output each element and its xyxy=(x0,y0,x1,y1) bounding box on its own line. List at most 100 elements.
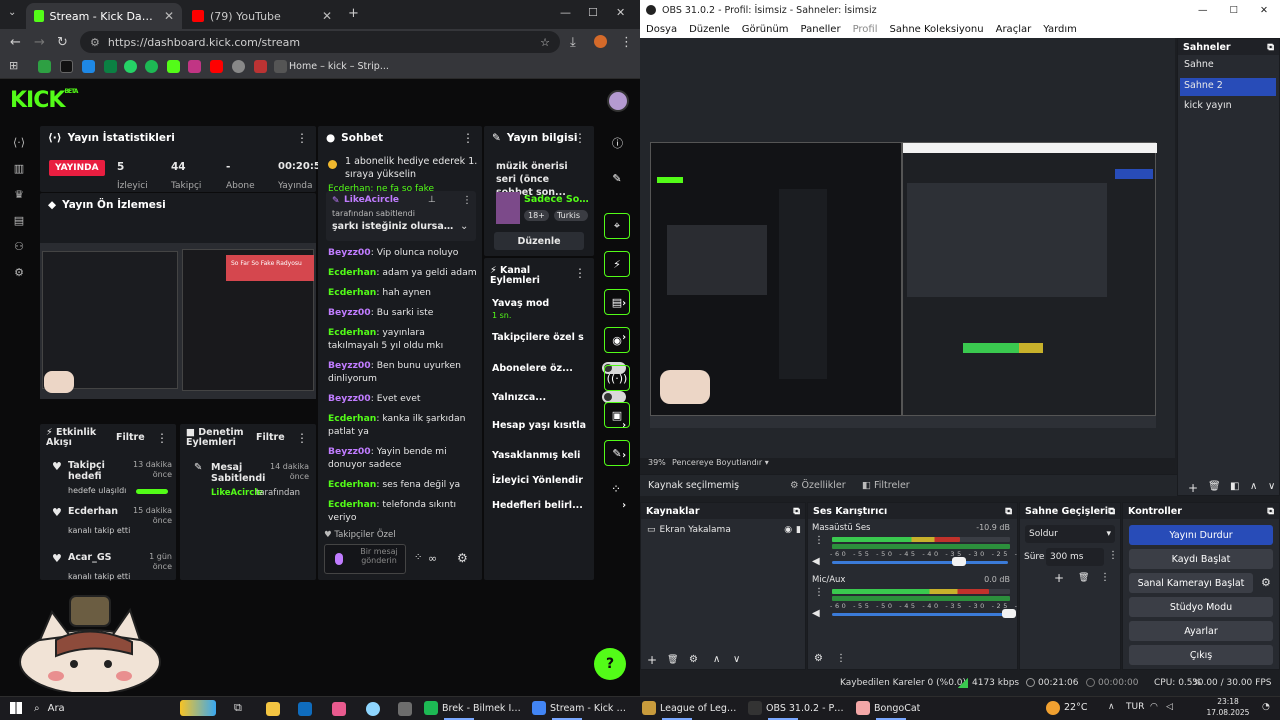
channel-menu-icon[interactable]: ⋮ xyxy=(814,535,824,546)
chat-message[interactable]: Beyzz00: Ben bunu uyurken dinliyorum xyxy=(328,359,478,385)
virtual-camera-settings-icon[interactable]: ⚙ xyxy=(1261,576,1271,589)
start-virtual-camera-button[interactable]: Sanal Kamerayı Başlat xyxy=(1129,573,1253,593)
chat-username[interactable]: Beyzz00 xyxy=(328,393,371,404)
sheets-bookmark-icon[interactable] xyxy=(38,60,51,73)
channel-menu-icon[interactable]: ⋮ xyxy=(814,587,824,598)
taskbar-app[interactable]: League of Legends xyxy=(642,701,742,715)
chat-message[interactable]: Ecderhan: kanka ilk şarkıdan patlat ya xyxy=(328,412,478,438)
menu-dosya[interactable]: Dosya xyxy=(646,24,677,35)
mail-bookmark-icon[interactable] xyxy=(254,60,267,73)
source-settings-icon[interactable]: ⚙ xyxy=(689,654,698,665)
kebab-menu-icon[interactable]: ⋮ xyxy=(296,431,308,445)
wrench-tool-icon[interactable]: ✎ xyxy=(604,440,630,466)
chat-username[interactable]: Ecderhan xyxy=(328,499,376,510)
settings-button[interactable]: Ayarlar xyxy=(1129,621,1273,641)
kebab-menu-icon[interactable]: ⋮ xyxy=(296,131,308,145)
start-recording-button[interactable]: Kaydı Başlat xyxy=(1129,549,1273,569)
zoom-level[interactable]: 39% xyxy=(648,458,666,467)
add-transition-icon[interactable]: + xyxy=(1054,571,1064,585)
chat-input[interactable]: Bir mesaj gönderin xyxy=(324,544,406,574)
filters-button[interactable]: ◧ Filtreler xyxy=(862,480,910,491)
moderation-filter-button[interactable]: Filtre xyxy=(256,432,285,443)
gift-sub-banner[interactable]: 1 abonelik hediye ederek 1. sıraya yükse… xyxy=(328,155,478,181)
chat-message[interactable]: Beyzz00: Vip olunca noluyo xyxy=(328,246,478,259)
wifi-icon[interactable]: ◠ xyxy=(1150,702,1158,712)
info-icon[interactable]: ⓘ xyxy=(612,135,623,151)
analytics-icon[interactable]: ▥ xyxy=(12,162,26,176)
taskbar-app[interactable]: OBS 31.0.2 - Profil: İ... xyxy=(748,701,848,715)
reload-icon[interactable]: ↻ xyxy=(57,35,68,50)
undock-icon[interactable]: ⧉ xyxy=(1108,506,1115,517)
properties-button[interactable]: ⚙ Özellikler xyxy=(790,480,846,491)
notes-icon[interactable]: ▤ xyxy=(604,289,630,315)
copilot-icon[interactable] xyxy=(366,702,380,716)
emote-icon[interactable]: ⁘ xyxy=(414,552,422,563)
remove-transition-icon[interactable]: 🗑 xyxy=(1078,573,1089,583)
tab-kick-dashboard[interactable]: Stream - Kick Dashboard ✕ xyxy=(26,3,182,29)
youtube-bookmark-icon[interactable] xyxy=(210,60,223,73)
chat-message[interactable]: Beyzz00: Evet evet xyxy=(328,392,478,405)
mute-speaker-icon[interactable]: ◀ xyxy=(812,556,820,567)
kick-logo[interactable]: KICKBETA xyxy=(10,88,78,113)
chat-message[interactable]: Ecderhan: yayınlara takılmayalı 5 yıl ol… xyxy=(328,326,478,352)
chat-username[interactable]: Ecderhan xyxy=(328,479,376,490)
add-scene-icon[interactable]: + xyxy=(1188,481,1198,495)
fit-window-dropdown[interactable]: Pencereye Boyutlandır ▾ xyxy=(672,458,769,467)
minimize-icon[interactable]: — xyxy=(1198,5,1208,16)
menu-yardim[interactable]: Yardım xyxy=(1043,24,1077,35)
extensions-icon[interactable]: ⁘ xyxy=(611,482,621,496)
app-icon[interactable] xyxy=(332,702,346,716)
duration-input[interactable]: 300 ms xyxy=(1046,548,1104,566)
move-up-icon[interactable]: ∧ xyxy=(1250,481,1257,492)
game-icon[interactable] xyxy=(398,702,412,716)
chat-message[interactable]: Ecderhan: adam ya geldi adam xyxy=(328,266,478,279)
message-icon[interactable]: ◉ xyxy=(604,327,630,353)
download-icon[interactable]: ⤓ xyxy=(570,35,576,50)
chevron-down-icon[interactable]: ⌄ xyxy=(460,221,468,232)
obs-preview[interactable]: 39% Pencereye Boyutlandır ▾ xyxy=(640,38,1175,467)
chat-username[interactable]: Beyzz00 xyxy=(328,446,371,457)
source-item[interactable]: ▭ Ekran Yakalama ◉ ▮ xyxy=(647,525,801,535)
kebab-menu-icon[interactable]: ⋮ xyxy=(462,195,472,206)
chat-username[interactable]: Beyzz00 xyxy=(328,247,371,258)
tab-search-icon[interactable]: ⌄ xyxy=(8,7,16,18)
volume-slider-handle[interactable] xyxy=(951,557,966,566)
minimize-icon[interactable]: — xyxy=(560,6,571,19)
site-info-icon[interactable]: ⚙ xyxy=(90,36,100,49)
chat-message[interactable]: Beyzz00: Yayin bende mi donuyor sadece xyxy=(328,445,478,471)
volume-icon[interactable]: ◁ xyxy=(1166,702,1173,712)
chat-username[interactable]: Beyzz00 xyxy=(328,360,371,371)
profile-avatar[interactable] xyxy=(594,35,607,48)
back-icon[interactable]: ← xyxy=(10,35,21,50)
scene-item[interactable]: kick yayın xyxy=(1182,100,1276,116)
tab-youtube[interactable]: (79) YouTube ✕ xyxy=(184,3,340,29)
add-source-icon[interactable]: + xyxy=(647,653,657,667)
menu-sahne-koleksiyonu[interactable]: Sahne Koleksiyonu xyxy=(890,24,984,35)
menu-araclar[interactable]: Araçlar xyxy=(996,24,1032,35)
help-chat-button[interactable]: ? xyxy=(594,648,626,680)
move-down-icon[interactable]: ∨ xyxy=(1268,481,1275,492)
broadcast-icon[interactable]: ((·)) xyxy=(604,365,630,391)
apps-grid-icon[interactable]: ⊞ xyxy=(9,59,18,72)
chat-message[interactable]: Beyzz00: Bu sarki iste xyxy=(328,306,478,319)
g-bookmark-icon[interactable] xyxy=(104,60,117,73)
edit-info-button[interactable]: Düzenle xyxy=(494,232,584,250)
chat-settings-icon[interactable]: ⚙ xyxy=(457,551,468,565)
address-bar[interactable]: ⚙ https://dashboard.kick.com/stream ☆ xyxy=(80,31,560,53)
kebab-menu-icon[interactable]: ⋮ xyxy=(574,131,586,145)
scene-item[interactable]: Sahne xyxy=(1182,59,1276,75)
undock-icon[interactable]: ⧉ xyxy=(1267,42,1274,53)
mixer-menu-icon[interactable]: ⋮ xyxy=(836,653,846,664)
whatsapp-bookmark-icon[interactable] xyxy=(124,60,137,73)
maximize-icon[interactable]: ☐ xyxy=(588,6,598,19)
outlook-icon[interactable] xyxy=(298,702,312,716)
scene-filter-icon[interactable]: ◧ xyxy=(1230,481,1239,492)
chat-username[interactable]: Ecderhan xyxy=(328,327,376,338)
mute-speaker-icon[interactable]: ◀ xyxy=(812,608,820,619)
clip-icon[interactable]: ⌖ xyxy=(604,213,630,239)
community-icon[interactable]: ⚇ xyxy=(12,240,26,254)
close-icon[interactable]: ✕ xyxy=(322,9,332,23)
trophy-icon[interactable]: ♛ xyxy=(12,188,26,202)
stop-stream-button[interactable]: Yayını Durdur xyxy=(1129,525,1273,545)
forward-icon[interactable]: → xyxy=(34,35,45,50)
